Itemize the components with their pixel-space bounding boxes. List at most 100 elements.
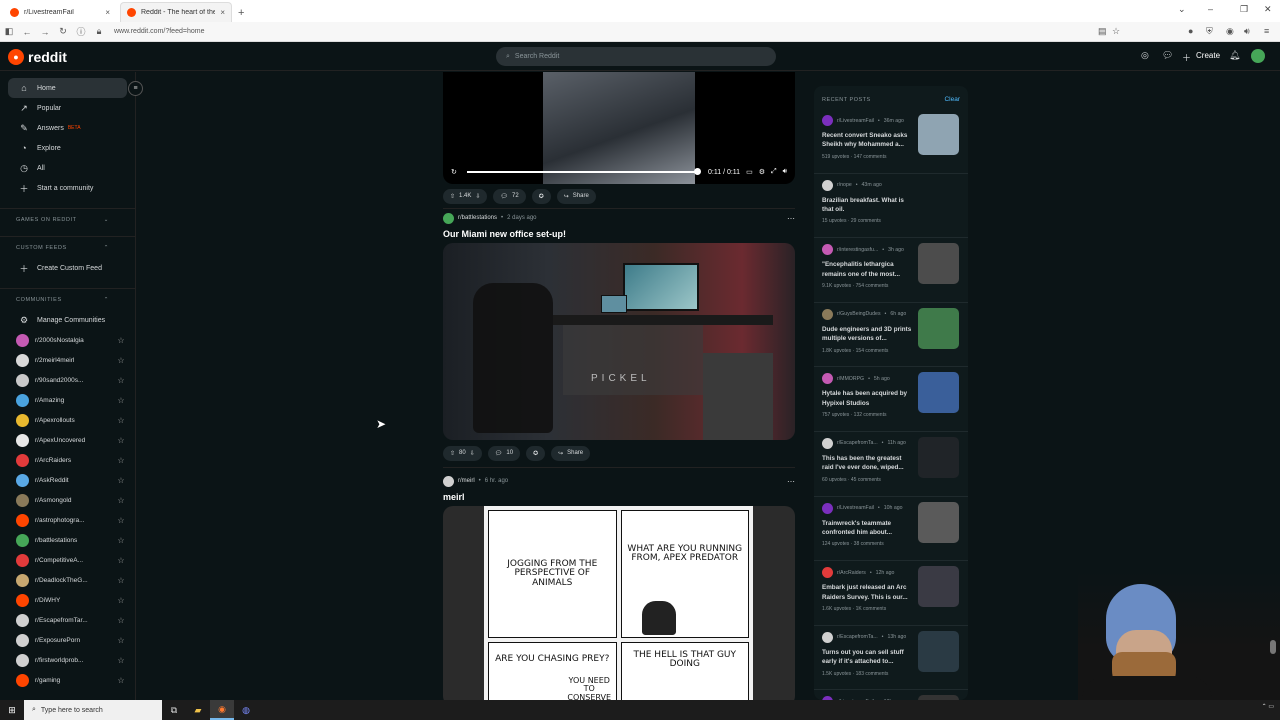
shield-icon[interactable]: ⛨ xyxy=(1206,26,1213,37)
post-title[interactable]: Our Miami new office set-up! xyxy=(443,229,795,239)
window-close-icon[interactable]: ✕ xyxy=(1264,4,1272,15)
sidebar-item-home[interactable]: ⌂ Home xyxy=(8,78,127,98)
windows-start-icon[interactable]: ⊞ xyxy=(0,705,24,716)
community-item[interactable]: r/2000sNostalgia ☆ xyxy=(0,330,135,350)
community-item[interactable]: r/ArcRaiders ☆ xyxy=(0,450,135,470)
bookmark-star-icon[interactable]: ☆ xyxy=(1112,26,1120,37)
community-item[interactable]: r/Apexrollouts ☆ xyxy=(0,410,135,430)
subreddit-link[interactable]: r/battlestations xyxy=(458,215,497,221)
post-image[interactable]: JOGGING FROM THE PERSPECTIVE OF ANIMALS … xyxy=(443,506,795,700)
favorite-star-icon[interactable]: ☆ xyxy=(107,496,135,505)
recent-post-item[interactable]: r/ArcRaiders • 12h ago Embark just released… xyxy=(814,561,968,626)
chat-icon[interactable]: 💬︎ xyxy=(1162,50,1173,61)
reddit-logo[interactable]: ● reddit xyxy=(8,48,67,65)
manage-communities[interactable]: ⚙ Manage Communities xyxy=(0,310,127,330)
community-item[interactable]: r/astrophotogra... ☆ xyxy=(0,510,135,530)
recent-post-item[interactable]: r/EscapefromTa... • 11h ago This has been t… xyxy=(814,432,968,497)
custom-feeds-section-header[interactable]: CUSTOM FEEDS ⌃ xyxy=(0,236,135,258)
clear-button[interactable]: Clear xyxy=(944,96,960,103)
comments-button[interactable]: 💬︎ 72 xyxy=(493,188,526,204)
taskbar-search-input[interactable]: ⌕ Type here to search xyxy=(24,700,162,720)
extension-icon[interactable]: ◉ xyxy=(1226,26,1234,37)
volume-icon[interactable]: 🔊︎ xyxy=(783,168,787,176)
community-item[interactable]: r/ExposurePorn ☆ xyxy=(0,630,135,650)
tab-list-icon[interactable]: ⌄ xyxy=(1178,4,1186,15)
community-item[interactable]: r/EscapefromTar... ☆ xyxy=(0,610,135,630)
recent-post-item[interactable]: r/EscapefromTa... • 13h ago Turns out you c… xyxy=(814,626,968,691)
reader-icon[interactable]: ▤ xyxy=(1098,26,1107,37)
recent-post-item[interactable]: r/interestingasfu... • 3h ago "Encephalitis… xyxy=(814,238,968,303)
games-section-header[interactable]: GAMES ON REDDIT ⌄ xyxy=(0,208,135,230)
recent-post-item[interactable]: r/LivestreamFail•13h ago xyxy=(814,690,968,700)
page-scrollbar[interactable] xyxy=(1270,640,1276,654)
vote-pill[interactable]: ⇧ 80 ⇩ xyxy=(443,445,482,461)
minimize-icon[interactable]: – xyxy=(1208,4,1213,14)
discord-icon[interactable]: ◍ xyxy=(234,700,258,720)
favorite-star-icon[interactable]: ☆ xyxy=(107,476,135,485)
communities-section-header[interactable]: COMMUNITIES ⌃ xyxy=(0,288,135,310)
recent-post-item[interactable]: r/LivestreamFail • 10h ago Trainwreck's tea… xyxy=(814,497,968,562)
downvote-icon[interactable]: ⇩ xyxy=(470,450,475,457)
community-item[interactable]: r/DeadlockTheG... ☆ xyxy=(0,570,135,590)
create-custom-feed[interactable]: ＋ Create Custom Feed xyxy=(0,258,127,278)
restore-icon[interactable]: ❐ xyxy=(1240,4,1248,15)
browser-tab-active[interactable]: Reddit - The heart of the intern × xyxy=(120,2,232,22)
community-item[interactable]: r/ApexUncovered ☆ xyxy=(0,430,135,450)
extension-icon[interactable]: ● xyxy=(1188,26,1193,36)
community-item[interactable]: r/Amazing ☆ xyxy=(0,390,135,410)
create-button[interactable]: Create xyxy=(1196,51,1220,60)
favorite-star-icon[interactable]: ☆ xyxy=(107,616,135,625)
favorite-star-icon[interactable]: ☆ xyxy=(107,456,135,465)
favorite-star-icon[interactable]: ☆ xyxy=(107,336,135,345)
favorite-star-icon[interactable]: ☆ xyxy=(107,676,135,685)
favorite-star-icon[interactable]: ☆ xyxy=(107,576,135,585)
share-button[interactable]: ↪ Share xyxy=(551,445,591,461)
audio-icon[interactable]: 🔊︎ xyxy=(1244,26,1250,37)
search-input[interactable]: ⌕ Search Reddit xyxy=(496,47,776,66)
site-info-icon[interactable]: ⓘ xyxy=(72,25,90,38)
community-item[interactable]: r/90sand2000s... ☆ xyxy=(0,370,135,390)
favorite-star-icon[interactable]: ☆ xyxy=(107,436,135,445)
subreddit-link[interactable]: r/meirl xyxy=(458,478,475,484)
community-item[interactable]: r/firstworldprob... ☆ xyxy=(0,650,135,670)
post-image[interactable]: PICKEL xyxy=(443,243,795,440)
favorite-star-icon[interactable]: ☆ xyxy=(107,556,135,565)
favorite-star-icon[interactable]: ☆ xyxy=(107,416,135,425)
favorite-star-icon[interactable]: ☆ xyxy=(107,396,135,405)
favorite-star-icon[interactable]: ☆ xyxy=(107,536,135,545)
award-button[interactable]: ✪ xyxy=(531,188,551,204)
share-button[interactable]: ↪ Share xyxy=(556,188,596,204)
refresh-icon[interactable]: ↻ xyxy=(54,26,72,37)
fullscreen-icon[interactable]: ⤢ xyxy=(771,168,777,176)
favorite-star-icon[interactable]: ☆ xyxy=(107,376,135,385)
sidebar-item-answers[interactable]: ✎ Answers BETA xyxy=(0,118,127,138)
sidebar-item-popular[interactable]: ↗ Popular xyxy=(0,98,127,118)
community-item[interactable]: r/2meirl4meirl ☆ xyxy=(0,350,135,370)
sidebar-item-explore[interactable]: ◔ Explore xyxy=(0,138,127,158)
back-icon[interactable]: ← xyxy=(18,27,36,37)
recent-post-item[interactable]: r/nope • 43m ago Brazilian breakfast. What … xyxy=(814,174,968,239)
favorite-star-icon[interactable]: ☆ xyxy=(107,356,135,365)
more-options-icon[interactable]: ⋯ xyxy=(787,477,795,486)
menu-icon[interactable]: ≡ xyxy=(1264,26,1269,36)
browser-tab[interactable]: r/LivestreamFail × xyxy=(4,2,116,22)
video-progress-bar[interactable] xyxy=(466,168,702,175)
upvote-icon[interactable]: ⇧ xyxy=(450,450,455,457)
captions-icon[interactable]: ▭ xyxy=(746,168,753,176)
video-player[interactable]: ↻ 0:11 / 0:11 ▭ ⚙ ⤢ 🔊︎ xyxy=(443,72,795,184)
favorite-star-icon[interactable]: ☆ xyxy=(107,596,135,605)
settings-gear-icon[interactable]: ⚙ xyxy=(759,168,765,176)
award-button[interactable]: ✪ xyxy=(526,445,546,461)
close-tab-icon[interactable]: × xyxy=(220,8,225,17)
recent-post-item[interactable]: r/LivestreamFail • 36m ago Recent convert S… xyxy=(814,109,968,174)
sidebar-item-all[interactable]: ◷ All xyxy=(0,158,127,178)
favorite-star-icon[interactable]: ☆ xyxy=(107,636,135,645)
downvote-icon[interactable]: ⇩ xyxy=(475,193,480,200)
replay-icon[interactable]: ↻ xyxy=(451,168,457,176)
sidebar-item-start-community[interactable]: ＋ Start a community xyxy=(0,178,127,198)
user-avatar[interactable] xyxy=(1251,49,1265,63)
upvote-icon[interactable]: ⇧ xyxy=(450,193,455,200)
post-title[interactable]: meirl xyxy=(443,492,795,502)
more-options-icon[interactable]: ⋯ xyxy=(787,214,795,223)
firefox-icon[interactable]: ◉ xyxy=(210,700,234,720)
